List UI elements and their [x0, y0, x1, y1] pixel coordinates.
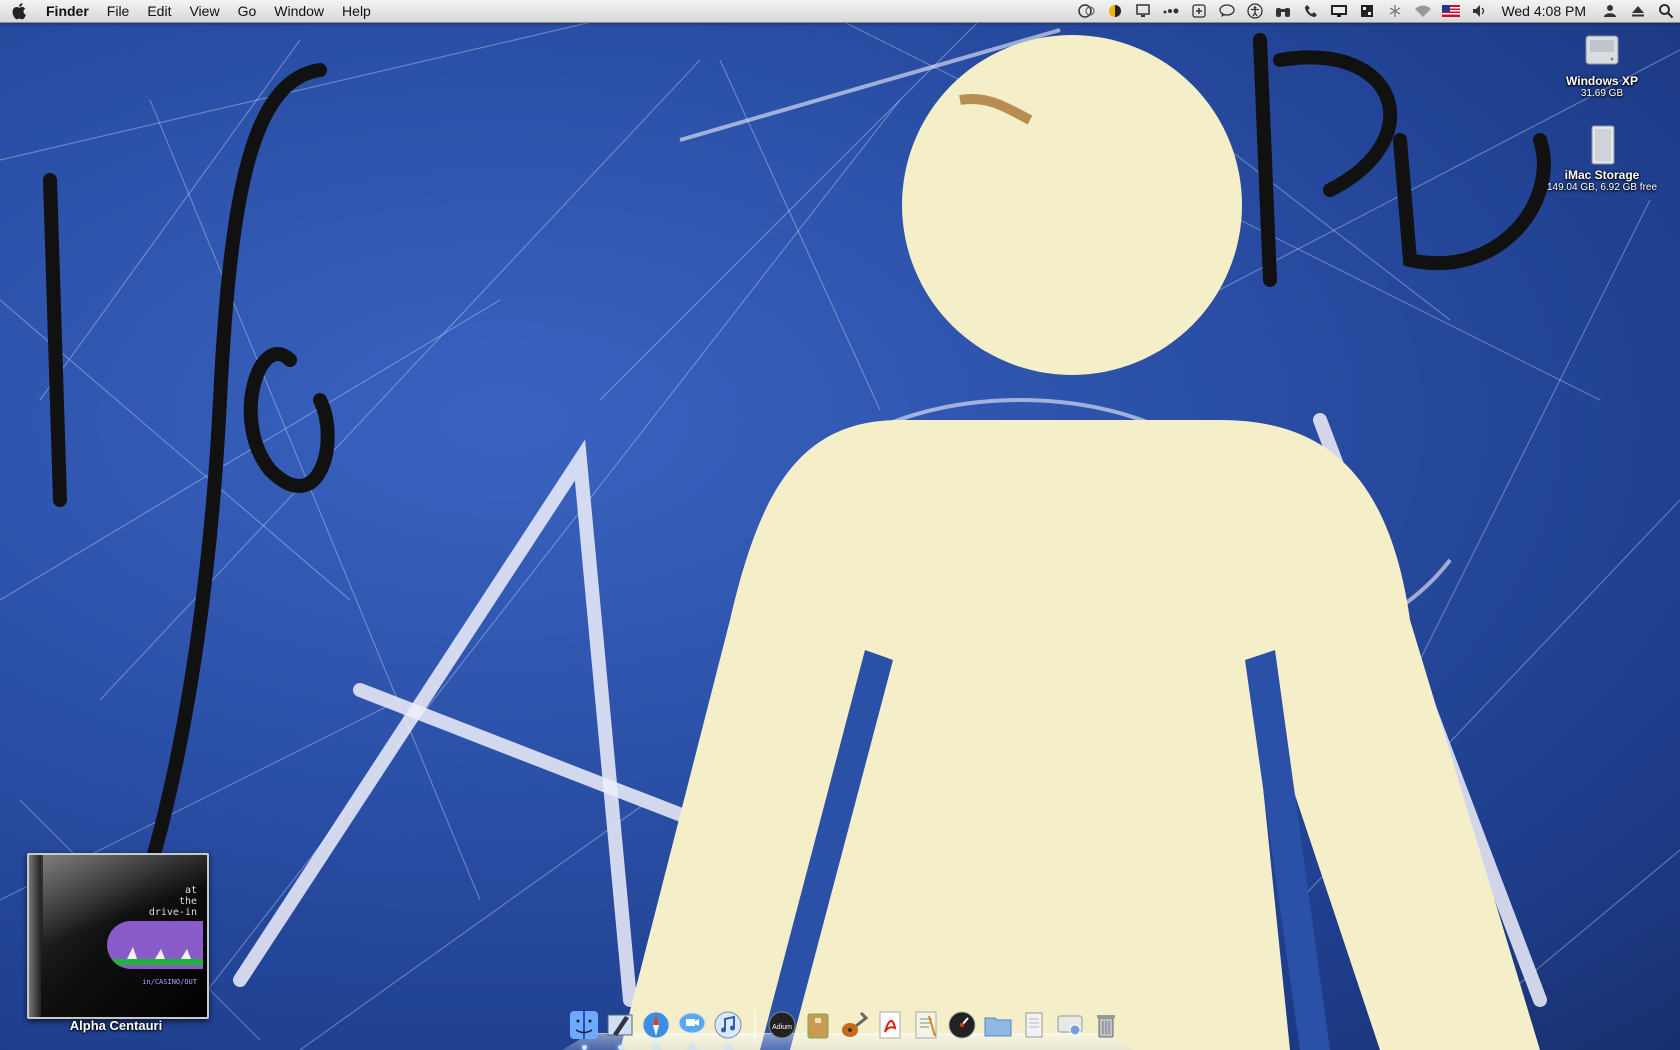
running-indicator	[726, 1045, 731, 1050]
menu-file[interactable]: File	[98, 0, 139, 22]
drive-windows-xp[interactable]: Windows XP 31.69 GB	[1542, 30, 1662, 100]
now-playing-title: Alpha Centauri	[69, 1018, 163, 1033]
menu-go[interactable]: Go	[229, 0, 266, 22]
dots-icon[interactable]	[1157, 0, 1185, 22]
menu-bar: Finder File Edit View Go Window Help Wed…	[0, 0, 1680, 23]
apple-icon[interactable]	[0, 0, 40, 22]
running-indicator	[690, 1045, 695, 1050]
phone-icon[interactable]	[1297, 0, 1325, 22]
dock: Adium	[562, 998, 1134, 1050]
weather-icon[interactable]	[1101, 0, 1129, 22]
desktop-wallpaper	[0, 0, 1680, 1050]
adium-icon[interactable]: Adium	[765, 1008, 799, 1042]
adium-label: Adium	[772, 1024, 792, 1031]
menu-help[interactable]: Help	[333, 0, 380, 22]
display-icon[interactable]	[1325, 0, 1353, 22]
status-menu-area: Wed 4:08 PM	[1073, 0, 1680, 22]
cd-cover-line: drive-in	[148, 907, 197, 918]
menu-view[interactable]: View	[180, 0, 228, 22]
bluetooth-icon[interactable]	[1381, 0, 1409, 22]
accessibility-icon[interactable]	[1241, 0, 1269, 22]
volume-icon[interactable]	[1465, 0, 1493, 22]
trash-icon[interactable]	[1089, 1008, 1123, 1042]
cd-cover-text: at the drive-in	[149, 885, 197, 918]
spaces-icon[interactable]	[1353, 0, 1381, 22]
dock-separator	[754, 1010, 756, 1042]
ichat-icon[interactable]	[675, 1008, 709, 1050]
menu-window[interactable]: Window	[265, 0, 333, 22]
package-icon[interactable]	[801, 1008, 835, 1042]
mail-icon[interactable]	[603, 1008, 637, 1050]
binoculars-icon[interactable]	[1269, 0, 1297, 22]
drive-info: 31.69 GB	[1580, 88, 1624, 99]
itunes-icon[interactable]	[711, 1008, 745, 1050]
cd-spine	[29, 855, 41, 1017]
menu-app-finder[interactable]: Finder	[40, 0, 98, 22]
drive-name: iMac Storage	[1564, 168, 1640, 182]
guitar-icon[interactable]	[837, 1008, 871, 1042]
wifi-icon[interactable]	[1409, 0, 1437, 22]
album-art-ground	[107, 959, 203, 965]
cd-cover-subtext: in/CASINO/OUT	[142, 978, 197, 986]
menu-edit[interactable]: Edit	[138, 0, 180, 22]
pdf-icon[interactable]	[873, 1008, 907, 1042]
running-indicator	[654, 1045, 659, 1050]
running-indicator	[582, 1045, 587, 1050]
dock-items: Adium	[566, 998, 1124, 1050]
chat-bubble-icon[interactable]	[1213, 0, 1241, 22]
flag-icon[interactable]	[1437, 0, 1465, 22]
dashboard-icon[interactable]	[945, 1008, 979, 1042]
drive-info: 149.04 GB, 6.92 GB free	[1546, 182, 1658, 193]
hard-drive-icon	[1582, 30, 1622, 70]
user-icon[interactable]	[1596, 0, 1624, 22]
plus-box-icon[interactable]	[1185, 0, 1213, 22]
time-machine-icon[interactable]	[1073, 0, 1101, 22]
now-playing-cd-widget[interactable]: at the drive-in in/CASINO/OUT	[27, 853, 209, 1019]
running-indicator	[618, 1045, 623, 1050]
document-icon[interactable]	[1017, 1008, 1051, 1042]
cd-cover-line: at	[184, 885, 197, 896]
cd-cover-line: the	[178, 896, 197, 907]
drive-name: Windows XP	[1566, 74, 1638, 88]
finder-icon[interactable]	[567, 1008, 601, 1050]
wallpaper-graphic	[0, 0, 1680, 1050]
text-edit-icon[interactable]	[909, 1008, 943, 1042]
eject-icon[interactable]	[1624, 0, 1652, 22]
safari-icon[interactable]	[639, 1008, 673, 1050]
menubar-clock[interactable]: Wed 4:08 PM	[1493, 3, 1596, 19]
monitor-icon[interactable]	[1129, 0, 1157, 22]
external-drive-icon	[1582, 124, 1622, 165]
drive-imac-storage[interactable]: iMac Storage 149.04 GB, 6.92 GB free	[1542, 124, 1662, 194]
spotlight-search-icon[interactable]	[1652, 0, 1680, 22]
network-icon[interactable]	[1053, 1008, 1087, 1042]
album-art	[107, 921, 203, 969]
folder-icon[interactable]	[981, 1008, 1015, 1042]
